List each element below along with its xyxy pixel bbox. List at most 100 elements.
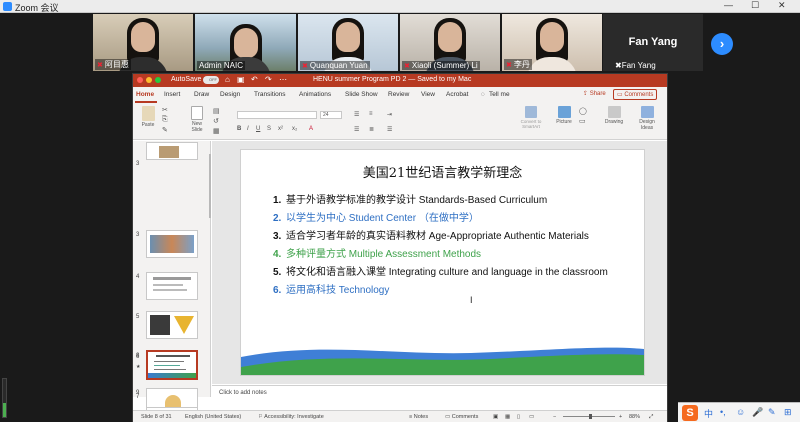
tab-draw[interactable]: Draw	[194, 91, 209, 98]
format-painter-icon[interactable]: ✎	[162, 126, 168, 134]
close-button[interactable]: ✕	[778, 0, 786, 11]
share-button[interactable]: ⇪ Share	[583, 90, 606, 97]
document-title: HENU summer Program PD 2 — Saved to my M…	[313, 76, 472, 83]
participant-tile[interactable]: ✖ Quanquan Yuan	[298, 14, 398, 71]
tab-animations[interactable]: Animations	[299, 91, 331, 98]
list-item: 1. 基于外语教学标准的教学设计 Standards-Based Curricul…	[273, 195, 548, 206]
tab-slide-show[interactable]: Slide Show	[345, 91, 378, 98]
reset-icon[interactable]: ↺	[213, 117, 219, 125]
bullets-icon[interactable]: ☰	[354, 111, 359, 118]
numbering-icon[interactable]: ≡	[369, 111, 373, 117]
slide-thumbnail[interactable]	[146, 388, 198, 408]
punctuation-icon[interactable]: •,	[720, 407, 726, 417]
slide-thumbnail-selected[interactable]	[146, 350, 198, 380]
notes-button[interactable]: ≡ Notes	[409, 414, 428, 420]
tab-acrobat[interactable]: Acrobat	[446, 91, 468, 98]
tab-design[interactable]: Design	[220, 91, 240, 98]
save-icon[interactable]: ▣	[237, 75, 245, 84]
textbox-icon[interactable]: ▭	[579, 117, 586, 125]
align-center-icon[interactable]: ≣	[369, 126, 374, 133]
customize-toolbar-icon[interactable]: ⋯	[279, 75, 287, 84]
zoom-slider-thumb[interactable]	[589, 414, 592, 419]
zoom-dot-icon[interactable]	[155, 77, 161, 83]
shapes-icon[interactable]: ◯	[579, 107, 587, 115]
home-icon[interactable]: ⌂	[225, 75, 230, 84]
reading-view-icon[interactable]: ▯	[517, 414, 520, 420]
paste-button[interactable]: Paste	[138, 106, 158, 128]
tab-review[interactable]: Review	[388, 91, 409, 98]
sogou-logo-icon[interactable]: S	[682, 405, 698, 421]
subscript-button[interactable]: x₂	[292, 126, 297, 132]
thumbnails-scrollbar[interactable]	[209, 154, 211, 218]
zoom-level[interactable]: 88%	[629, 414, 640, 420]
bold-button[interactable]: B	[237, 126, 241, 132]
minimize-dot-icon[interactable]	[146, 77, 152, 83]
participant-name: Xiaoli (Summer) Li	[411, 61, 478, 70]
undo-icon[interactable]: ↶	[251, 75, 258, 84]
slideshow-view-icon[interactable]: ▭	[529, 414, 534, 420]
ime-language-toggle[interactable]: 中	[704, 407, 713, 420]
handwriting-icon[interactable]: ✎	[768, 407, 776, 418]
normal-view-icon[interactable]: ▣	[493, 414, 498, 420]
participant-tile[interactable]: ✖ 阿目惠	[93, 14, 193, 71]
zoom-slider[interactable]	[563, 414, 615, 419]
layout-icon[interactable]: ▤	[213, 107, 220, 115]
underline-button[interactable]: U	[256, 126, 260, 132]
font-size-box[interactable]: 24	[320, 111, 342, 119]
list-item: 3. 适合学习者年龄的真实语料教材 Age-Appropriate Authent…	[273, 231, 589, 242]
close-dot-icon[interactable]	[137, 77, 143, 83]
comments-button[interactable]: ▭ Comments	[613, 89, 658, 100]
picture-button[interactable]: Picture	[553, 106, 575, 125]
slide-thumbnail[interactable]	[146, 230, 198, 258]
participant-tile[interactable]: Admin NAIC	[195, 14, 296, 71]
tab-view[interactable]: View	[421, 91, 435, 98]
slide-thumbnail[interactable]	[146, 272, 198, 300]
lightbulb-icon: ◌	[481, 91, 485, 98]
current-slide[interactable]: 美国21世纪语言教学新理念 1. 基于外语教学标准的教学设计 Standards-…	[241, 150, 644, 375]
font-color-button[interactable]: A	[309, 126, 313, 132]
participant-tile[interactable]: ✖ Xiaoli (Summer) Li	[400, 14, 500, 71]
ribbon-home: Paste ✂ ⎘ ✎ New Slide ▤ ↺ ▦ 24 B I U S x…	[133, 103, 667, 140]
align-right-icon[interactable]: ☰	[387, 126, 392, 133]
tab-transitions[interactable]: Transitions	[254, 91, 286, 98]
tab-home[interactable]: Home	[136, 91, 154, 98]
superscript-button[interactable]: x²	[278, 126, 283, 132]
fit-slide-icon[interactable]: ⤢	[649, 414, 653, 421]
new-slide-button[interactable]: New Slide	[186, 106, 208, 133]
indent-icon[interactable]: ⇥	[387, 111, 392, 118]
section-icon[interactable]: ▦	[213, 127, 220, 135]
copy-icon[interactable]: ⎘	[162, 116, 168, 124]
zoom-out-icon[interactable]: −	[553, 414, 556, 420]
convert-smartart-button[interactable]: Convert to SmartArt	[513, 106, 549, 129]
language-status[interactable]: English (United States)	[185, 414, 241, 420]
redo-icon[interactable]: ↷	[265, 75, 272, 84]
maximize-button[interactable]: ☐	[751, 0, 759, 11]
zoom-in-icon[interactable]: +	[619, 414, 622, 420]
minimize-button[interactable]: —	[724, 0, 733, 10]
emoji-icon[interactable]: ☺	[736, 407, 745, 417]
participant-tile[interactable]: ✖ 李丹	[502, 14, 602, 71]
sorter-view-icon[interactable]: ▦	[505, 414, 510, 420]
cut-icon[interactable]: ✂	[162, 106, 168, 114]
align-left-icon[interactable]: ☰	[354, 126, 359, 133]
participant-tile-active-speaker[interactable]: Fan Yang ✖Fan Yang	[603, 14, 703, 71]
muted-mic-icon: ✖	[302, 63, 308, 70]
drawing-button[interactable]: Drawing	[601, 106, 627, 125]
slide-editor: 美国21世纪语言教学新理念 1. 基于外语教学标准的教学设计 Standards-…	[212, 141, 667, 384]
strikethrough-button[interactable]: S	[267, 126, 271, 132]
comments-status-button[interactable]: ▭ Comments	[445, 414, 478, 420]
next-page-arrow-button[interactable]: ›	[711, 33, 733, 55]
italic-button[interactable]: I	[247, 126, 249, 132]
tab-insert[interactable]: Insert	[164, 91, 180, 98]
slide-thumbnail[interactable]	[146, 142, 198, 160]
design-ideas-button[interactable]: Design Ideas	[633, 106, 661, 131]
font-name-box[interactable]	[237, 111, 317, 119]
tell-me-search[interactable]: Tell me	[489, 91, 510, 98]
microphone-icon[interactable]: 🎤	[752, 407, 763, 418]
autosave-toggle[interactable]: OFF	[203, 76, 219, 84]
notes-pane[interactable]: Click to add notes	[212, 385, 667, 399]
toolbox-icon[interactable]: ⊞	[784, 407, 792, 418]
drawing-icon	[607, 106, 621, 118]
slide-thumbnail[interactable]	[146, 311, 198, 339]
accessibility-status[interactable]: ⚐ Accessibility: Investigate	[258, 414, 324, 420]
